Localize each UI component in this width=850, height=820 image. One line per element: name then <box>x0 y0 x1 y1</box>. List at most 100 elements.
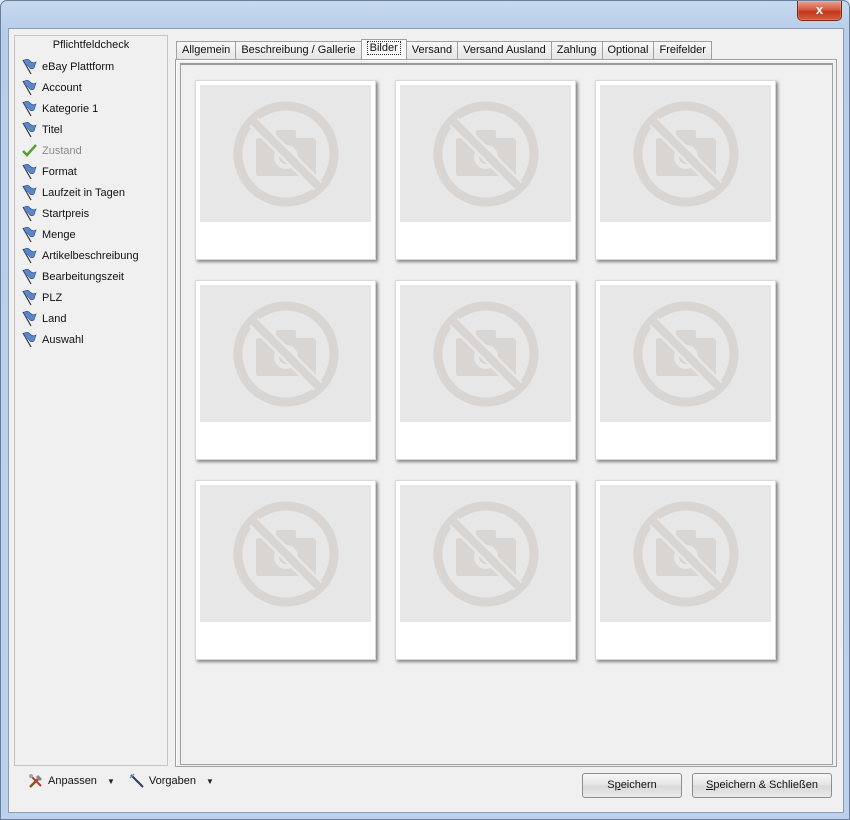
required-field-label: Titel <box>42 123 63 136</box>
required-field-item[interactable]: Format <box>21 161 139 182</box>
required-field-item[interactable]: Auswahl <box>21 329 139 350</box>
required-field-label: Auswahl <box>42 333 84 346</box>
required-field-label: Bearbeitungszeit <box>42 270 124 283</box>
image-placeholder <box>600 85 771 222</box>
flag-icon <box>22 101 37 117</box>
flag-icon <box>22 80 37 96</box>
flag-icon <box>22 227 37 243</box>
no-image-icon <box>433 501 539 607</box>
flag-icon <box>22 122 37 138</box>
tab-freifelder[interactable]: Freifelder <box>653 41 712 59</box>
required-field-item[interactable]: Bearbeitungszeit <box>21 266 139 287</box>
tab-allgemein[interactable]: Allgemein <box>176 41 237 59</box>
no-image-icon <box>433 301 539 407</box>
required-field-item[interactable]: eBay Plattform <box>21 56 139 77</box>
no-image-icon <box>233 501 339 607</box>
required-field-item[interactable]: Kategorie 1 <box>21 98 139 119</box>
flag-icon <box>22 206 37 222</box>
image-slot[interactable] <box>195 80 376 260</box>
vorgaben-dropdown-button[interactable]: Vorgaben ▼ <box>129 773 214 789</box>
tab-optional[interactable]: Optional <box>601 41 655 59</box>
tab-versand[interactable]: Versand <box>405 41 459 59</box>
tab-label: Versand Ausland <box>463 44 546 56</box>
required-field-item[interactable]: Account <box>21 77 139 98</box>
tab-label: Freifelder <box>659 44 706 56</box>
image-slot[interactable] <box>395 280 576 460</box>
vorgaben-label: Vorgaben <box>148 775 196 787</box>
close-icon: x <box>815 2 824 17</box>
image-slot[interactable] <box>595 80 776 260</box>
flag-icon <box>22 311 37 327</box>
image-slot[interactable] <box>195 480 376 660</box>
required-field-label: Zustand <box>42 144 82 157</box>
no-image-icon <box>633 101 739 207</box>
required-field-item[interactable]: Startpreis <box>21 203 139 224</box>
image-slot[interactable] <box>395 80 576 260</box>
image-slot[interactable] <box>595 280 776 460</box>
save-button[interactable]: Speichern <box>582 773 682 798</box>
bottom-toolbar: Anpassen ▼ Vorgaben ▼ <box>28 773 228 789</box>
required-field-item[interactable]: Artikelbeschreibung <box>21 245 139 266</box>
image-placeholder <box>200 285 371 422</box>
required-field-check-panel: Pflichtfeldcheck eBay Plattform Account Ka… <box>14 35 168 766</box>
flag-icon <box>22 269 37 285</box>
close-button[interactable]: x <box>797 1 842 21</box>
image-placeholder <box>400 85 571 222</box>
chevron-down-icon: ▼ <box>205 776 214 786</box>
required-field-label: Account <box>42 81 82 94</box>
tab-zahlung[interactable]: Zahlung <box>550 41 603 59</box>
flag-icon <box>22 164 37 180</box>
chevron-down-icon: ▼ <box>106 776 115 786</box>
required-field-label: Artikelbeschreibung <box>42 249 139 262</box>
checkmark-icon <box>22 144 37 157</box>
tab-strip: Allgemein Beschreibung / Gallerie Bilder Ve… <box>176 39 712 59</box>
tab-beschreibung-gallerie[interactable]: Beschreibung / Gallerie <box>235 41 362 59</box>
required-field-item[interactable]: Menge <box>21 224 139 245</box>
tab-panel-bilder <box>175 59 837 767</box>
tab-label: Beschreibung / Gallerie <box>241 44 356 56</box>
save-close-label-post: peichern & Schließen <box>713 779 818 791</box>
tab-label: Allgemein <box>182 44 231 56</box>
required-field-label: Menge <box>42 228 76 241</box>
anpassen-dropdown-button[interactable]: Anpassen ▼ <box>28 773 115 789</box>
wand-icon <box>129 773 144 788</box>
image-slot[interactable] <box>595 480 776 660</box>
save-label-post: eichern <box>620 779 657 791</box>
image-placeholder <box>400 285 571 422</box>
required-field-list: eBay Plattform Account Kategorie 1 Titel Zus… <box>21 56 139 350</box>
image-placeholder <box>400 485 571 622</box>
no-image-icon <box>633 501 739 607</box>
required-field-item[interactable]: Zustand <box>21 140 139 161</box>
required-field-item[interactable]: Land <box>21 308 139 329</box>
dialog-window: x Pflichtfeldcheck eBay Plattform Account… <box>0 0 850 820</box>
no-image-icon <box>433 101 539 207</box>
anpassen-label: Anpassen <box>48 775 97 787</box>
dialog-client-area: Pflichtfeldcheck eBay Plattform Account Ka… <box>8 28 844 813</box>
image-placeholder <box>200 485 371 622</box>
required-field-label: Startpreis <box>42 207 90 220</box>
required-field-label: Format <box>42 165 77 178</box>
required-field-item[interactable]: PLZ <box>21 287 139 308</box>
tab-label: Bilder <box>366 41 401 55</box>
image-placeholder <box>200 85 371 222</box>
save-label-pre: S <box>607 779 615 791</box>
image-frame <box>180 63 833 765</box>
tab-label: Zahlung <box>556 44 597 56</box>
no-image-icon <box>633 301 739 407</box>
required-field-label: Kategorie 1 <box>42 102 99 115</box>
tab-bilder[interactable]: Bilder <box>360 39 407 59</box>
panel-title: Pflichtfeldcheck <box>52 39 130 51</box>
required-field-item[interactable]: Titel <box>21 119 139 140</box>
tab-label: Versand <box>411 44 453 56</box>
image-placeholder <box>600 485 771 622</box>
image-placeholder <box>600 285 771 422</box>
required-field-item[interactable]: Laufzeit in Tagen <box>21 182 139 203</box>
image-slot[interactable] <box>195 280 376 460</box>
tab-versand-ausland[interactable]: Versand Ausland <box>457 41 552 59</box>
tab-label: Optional <box>607 44 649 56</box>
required-field-label: Land <box>42 312 67 325</box>
image-slot[interactable] <box>395 480 576 660</box>
save-and-close-button[interactable]: Speichern & Schließen <box>692 773 832 798</box>
flag-icon <box>22 332 37 348</box>
flag-icon <box>22 248 37 264</box>
